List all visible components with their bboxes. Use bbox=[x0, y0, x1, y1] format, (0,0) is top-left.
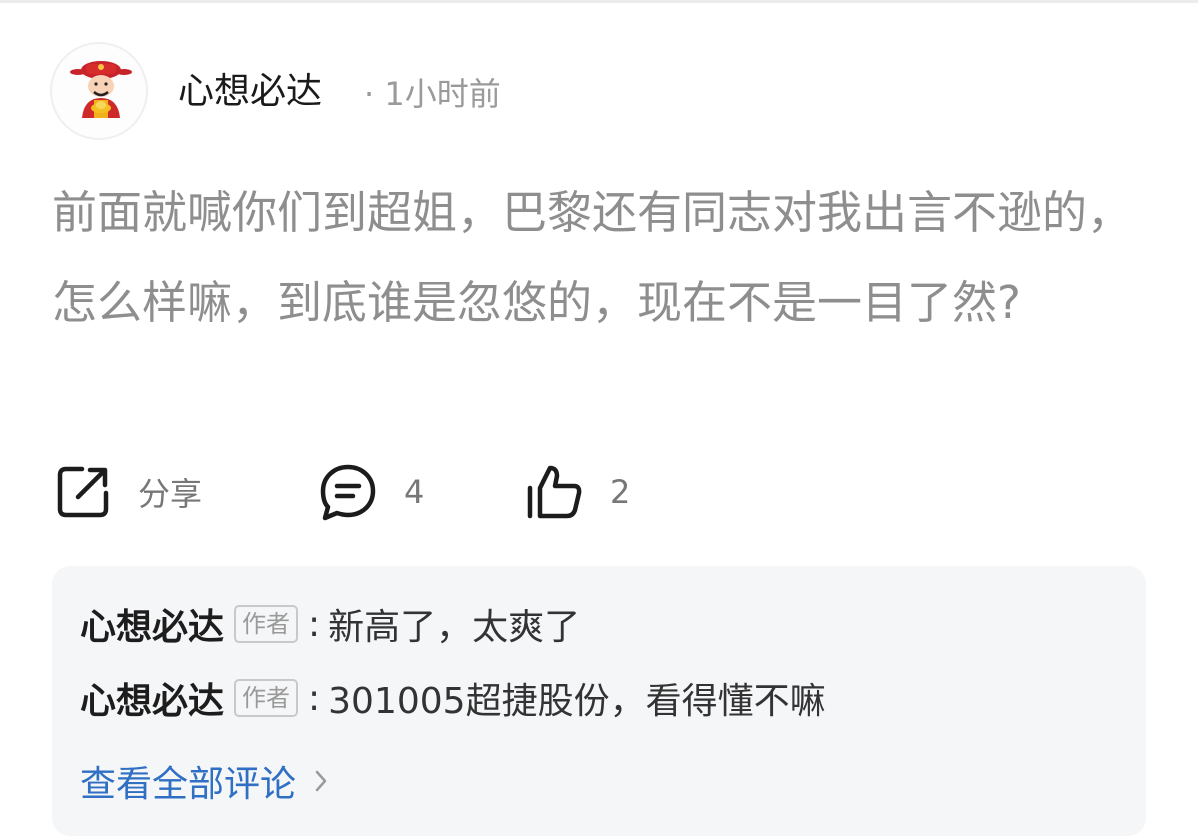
like-button[interactable]: 2 bbox=[524, 462, 630, 522]
comment-author[interactable]: 心想必达 bbox=[80, 672, 224, 724]
comment-item[interactable]: 心想必达 作者 : 新高了，太爽了 bbox=[80, 594, 580, 654]
view-all-label: 查看全部评论 bbox=[80, 764, 297, 805]
share-button[interactable]: 分享 bbox=[54, 462, 202, 522]
post-time: · 1小时前 bbox=[364, 75, 501, 113]
comment-text: 新高了，太爽了 bbox=[328, 607, 581, 648]
top-divider bbox=[0, 0, 1198, 3]
share-icon bbox=[57, 466, 109, 518]
view-all-comments-link[interactable]: 查看全部评论 bbox=[80, 756, 328, 806]
comment-icon bbox=[320, 464, 376, 521]
comment-item[interactable]: 心想必达 作者 : 301005超捷股份，看得懂不嘛 bbox=[80, 668, 826, 728]
like-count: 2 bbox=[610, 473, 631, 511]
comments-preview: 心想必达 作者 : 新高了，太爽了 心想必达 作者 : 301005超捷股份，看… bbox=[52, 566, 1146, 836]
post-content: 前面就喊你们到超姐，巴黎还有同志对我出言不逊的，怎么样嘛，到底谁是忽悠的，现在不… bbox=[52, 186, 1133, 329]
author-badge: 作者 bbox=[234, 679, 299, 717]
comment-button[interactable]: 4 bbox=[318, 462, 424, 522]
author-badge: 作者 bbox=[234, 605, 299, 643]
share-label: 分享 bbox=[138, 475, 203, 513]
author-name[interactable]: 心想必达 bbox=[178, 68, 322, 116]
comment-author[interactable]: 心想必达 bbox=[80, 598, 224, 650]
comment-colon: : bbox=[308, 603, 321, 645]
comment-count: 4 bbox=[404, 473, 425, 511]
author-avatar[interactable] bbox=[50, 42, 148, 140]
comment-colon: : bbox=[308, 677, 321, 719]
god-of-wealth-icon bbox=[70, 61, 132, 118]
comment-text: 301005超捷股份，看得懂不嘛 bbox=[328, 681, 826, 722]
chevron-right-icon bbox=[315, 770, 327, 792]
like-icon bbox=[527, 465, 582, 519]
